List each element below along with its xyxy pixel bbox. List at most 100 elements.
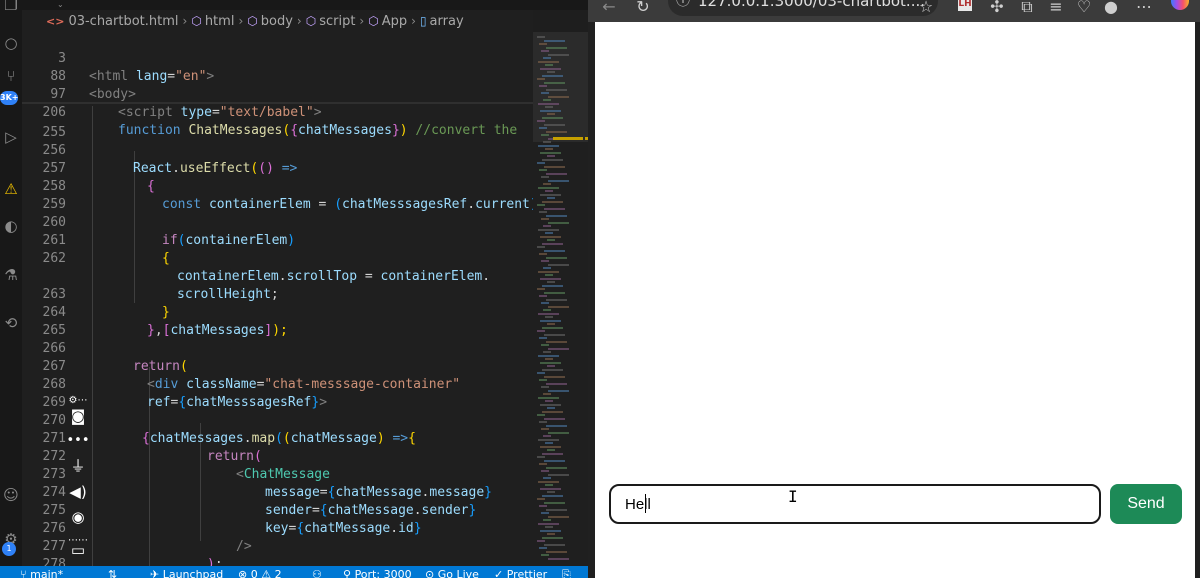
status-bar: ⑂ main* ⇅ ✈ Launchpad ⊗ 0 ⚠ 2 ⚇ ⚲ Port: … [0,566,593,578]
minimap-line [547,71,555,73]
branch-status[interactable]: ⑂ main* [20,566,63,578]
port-label: Port: 3000 [354,568,412,578]
site-info-icon[interactable]: ⓘ [676,0,690,16]
extensions-puzzle-icon[interactable]: ✣ [986,0,1008,18]
breadcrumb-file[interactable]: <> 03-chartbot.html [46,14,179,29]
refresh-icon[interactable]: ↻ [632,0,654,18]
minimap-line [547,491,555,493]
launchpad-status[interactable]: ✈ Launchpad [150,566,223,578]
html-file-icon: <> [46,14,65,28]
breadcrumb-body[interactable]: ⬡ body [247,14,293,29]
minimap-line [537,414,545,416]
minimap-line [546,508,567,511]
address-bar[interactable]: ⓘ 127.0.0.1:3000/03-chartbot.... Aᵃ [668,0,938,16]
go-live-button[interactable]: ⊙ Go Live [425,566,479,578]
port-status[interactable]: ⚲ Port: 3000 [343,566,412,578]
minimap-line [543,519,551,521]
minimap-line [544,39,565,42]
breadcrumb-array[interactable]: ▯ array [420,14,464,29]
minimap-line [544,81,565,84]
split-screen-icon[interactable]: ⧉ [1016,0,1038,18]
favorite-star-icon[interactable]: ☆ [915,0,937,18]
minimap-line [537,36,545,38]
minimap-line [537,456,545,458]
minimap-line [537,372,545,374]
prettier-status[interactable]: ✓ Prettier [494,566,547,578]
send-button[interactable]: Send [1110,484,1182,524]
code-editor[interactable]: 3 <html lang="en"> 88 <body> 97 <script … [22,32,533,566]
minimap-line [541,344,549,346]
minimap-line [545,106,553,108]
minimap-line [544,207,565,210]
speaker-icon[interactable]: ◀) [64,481,92,503]
live-share-icon[interactable]: ⟲ [0,312,22,334]
breadcrumb-script[interactable]: ⬡ script [306,14,356,29]
minimap-line [542,410,563,413]
chevron-right-icon: › [411,14,416,28]
minimap-line [547,365,555,367]
ellipsis-icon[interactable]: ••• [64,430,92,452]
minimap-line [538,396,559,399]
remote-explorer-icon[interactable]: ◐ [0,215,22,237]
code-line: 267 <div className="chat-messsage-contai… [22,340,533,392]
lighthouse-extension-icon[interactable]: LH [958,0,972,11]
minimap-line [548,431,569,434]
code-line: 3 <html lang="en"> [22,32,533,84]
minimap[interactable] [533,32,588,566]
code-line: 278 })} [22,538,533,566]
minimap-line [538,522,559,525]
minimap-line [546,466,567,469]
browser-essentials-icon[interactable]: ♡ [1073,0,1095,18]
minimap-line [540,487,561,490]
minimap-line [548,95,569,98]
minimap-line [540,67,561,70]
search-icon[interactable]: ○ [0,32,22,54]
breadcrumb-label: body [260,13,293,29]
webcam-icon[interactable]: ◉ [64,506,92,528]
microphone-icon[interactable]: ⏚ [64,455,92,477]
account-icon[interactable]: ☺ [0,484,22,506]
minimap-line [541,260,549,262]
live-share-status-icon[interactable]: ⚇ [312,566,322,578]
minimap-line [544,165,565,168]
camera-icon[interactable]: ◙ [64,405,92,427]
minimap-line [539,421,547,423]
minimap-line [538,228,559,231]
source-control-icon[interactable]: ⑂ [0,65,22,87]
minimap-line [546,130,567,133]
back-icon[interactable]: ← [598,0,620,18]
minimap-line [544,123,565,126]
minimap-line [547,197,555,199]
problems-status[interactable]: ⊗ 0 ⚠ 2 [238,566,282,578]
run-debug-icon[interactable]: ▷ [0,126,22,148]
minimap-line [548,53,569,56]
profile-avatar-icon[interactable]: ● [1100,0,1122,18]
copilot-icon[interactable] [1171,0,1189,10]
minimap-line [545,484,553,486]
broadcast-icon: ⊙ [425,568,438,578]
testing-icon[interactable]: ⚗ [0,264,22,286]
minimap-line [547,323,555,325]
favorites-list-icon[interactable]: ≡ [1045,0,1067,18]
minimap-line [548,347,569,350]
breadcrumb-html[interactable]: ⬡ html [191,14,234,29]
code-line: 266 return( [22,322,533,374]
minimap-slider[interactable] [533,32,588,142]
files-icon[interactable]: ❐ [0,0,22,16]
code-line: 274 sender={chatMessage.sender} [22,466,533,518]
screen-region-icon[interactable]: ▭ [64,539,92,561]
minimap-line [543,477,551,479]
chat-input[interactable] [609,484,1101,524]
breadcrumb-app[interactable]: ⬡ App [368,14,407,29]
minimap-line [543,57,551,59]
sync-icon[interactable]: ⇅ [108,566,117,578]
more-menu-icon[interactable]: ⋯ [1133,0,1155,18]
minimap-line [539,253,547,255]
warning-icon[interactable]: ⚠ [0,178,22,200]
minimap-line [537,204,545,206]
code-line: 268 ref={chatMesssagesRef}> [22,358,533,410]
minimap-line [541,428,549,430]
notifications-icon[interactable]: ⎘ [562,566,571,578]
code-line: 269 [22,376,533,410]
minimap-line [540,151,561,154]
